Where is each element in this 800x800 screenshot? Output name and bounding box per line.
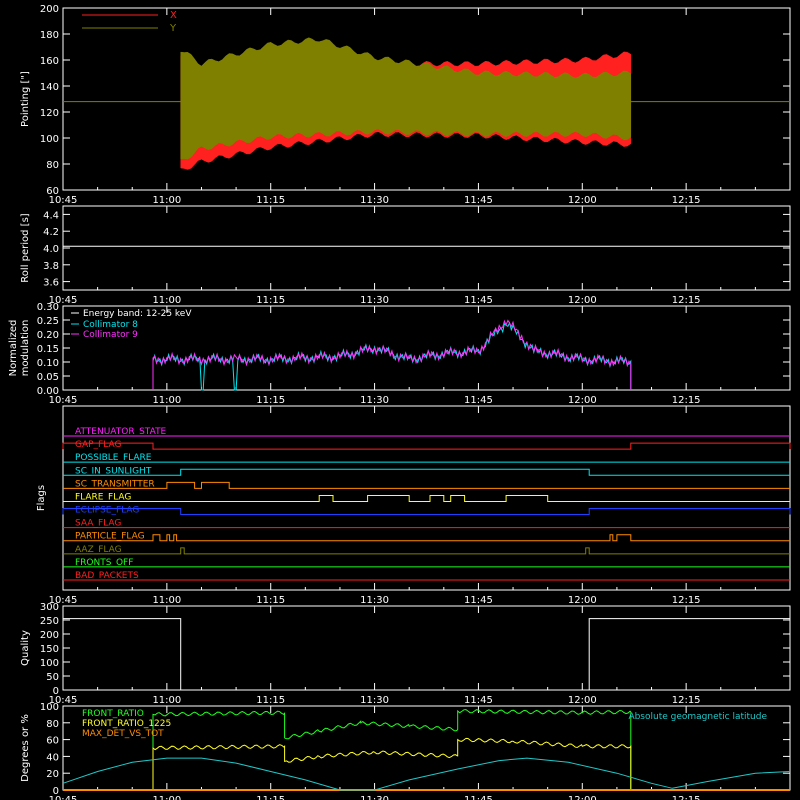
- y-tick-label: 80: [46, 160, 59, 171]
- x-tick-label: 11:30: [360, 595, 389, 606]
- legend-label: FRONT_RATIO: [82, 709, 144, 719]
- x-tick-label: 12:00: [568, 395, 597, 406]
- y-axis-label: Normalized: [8, 320, 19, 377]
- y-tick-label: 4.0: [43, 244, 59, 255]
- legend-label: Y: [169, 23, 177, 34]
- x-tick-label: 11:00: [152, 395, 181, 406]
- y-tick-label: 100: [40, 702, 59, 713]
- y-axis-label: Pointing ["]: [20, 71, 31, 127]
- x-tick-label: 11:45: [464, 595, 493, 606]
- y-axis-label: Flags: [36, 485, 47, 511]
- y-tick-label: 3.8: [43, 261, 59, 272]
- x-tick-label: 11:00: [152, 695, 181, 706]
- legend-label: X: [170, 10, 177, 21]
- geomag-annotation: Absolute geomagnetic latitude: [628, 712, 767, 722]
- x-tick-label: 11:15: [256, 695, 285, 706]
- x-tick-label: 11:45: [464, 795, 493, 800]
- y-tick-label: 250: [40, 616, 59, 627]
- x-tick-label: 11:15: [256, 595, 285, 606]
- x-tick-label: 11:15: [256, 195, 285, 206]
- x-tick-label: 12:15: [672, 595, 701, 606]
- x-tick-label: 12:15: [672, 295, 701, 306]
- x-tick-label: 11:45: [464, 195, 493, 206]
- y-tick-label: 0: [53, 786, 59, 797]
- y-tick-label: 60: [46, 736, 59, 747]
- y-tick-label: 50: [46, 672, 59, 683]
- y-tick-label: 0.00: [37, 386, 59, 397]
- y-axis-label: Roll period [s]: [20, 213, 31, 282]
- figure: 10:45 11:00 11:15 11:30 11:45 12:00 12:1560801…: [0, 0, 800, 800]
- flag-label: ECLIPSE_FLAG: [75, 506, 139, 516]
- x-tick-label: 12:15: [672, 795, 701, 800]
- x-tick-label: 12:00: [568, 195, 597, 206]
- legend-label: Collimator 8: [83, 320, 138, 330]
- x-tick-label: 12:15: [672, 395, 701, 406]
- flag-label: GAP_FLAG: [75, 440, 121, 450]
- x-tick-label: 11:30: [360, 295, 389, 306]
- y-tick-label: 0.20: [37, 330, 59, 341]
- y-tick-label: 200: [40, 630, 59, 641]
- y-tick-label: 100: [40, 134, 59, 145]
- x-tick-label: 12:00: [568, 795, 597, 800]
- y-axis-label: Degrees or %: [20, 714, 31, 782]
- y-tick-label: 180: [40, 30, 59, 41]
- y-tick-label: 120: [40, 108, 59, 119]
- y-tick-label: 150: [40, 644, 59, 655]
- legend-label: MAX_DET_VS_TOT: [82, 729, 164, 739]
- y-tick-label: 40: [46, 752, 59, 763]
- legend-title: Energy band: 12-25 keV: [83, 309, 192, 319]
- y-tick-label: 160: [40, 56, 59, 67]
- x-tick-label: 11:00: [152, 595, 181, 606]
- y-tick-label: 0.05: [37, 372, 59, 383]
- x-tick-label: 11:30: [360, 395, 389, 406]
- y-axis-label: Quality: [20, 630, 31, 666]
- y-axis-label: modulation: [20, 320, 31, 377]
- x-tick-label: 11:30: [360, 695, 389, 706]
- y-tick-label: 0.30: [37, 302, 59, 313]
- x-tick-label: 11:15: [256, 295, 285, 306]
- y-tick-label: 140: [40, 82, 59, 93]
- x-tick-label: 12:15: [672, 195, 701, 206]
- x-tick-label: 11:00: [152, 295, 181, 306]
- y-tick-label: 80: [46, 719, 59, 730]
- x-tick-label: 12:00: [568, 595, 597, 606]
- x-tick-label: 11:30: [360, 195, 389, 206]
- y-tick-label: 60: [46, 186, 59, 197]
- x-tick-label: 12:00: [568, 695, 597, 706]
- y-tick-label: 0.25: [37, 316, 59, 327]
- x-tick-label: 11:15: [256, 795, 285, 800]
- x-tick-label: 11:30: [360, 795, 389, 800]
- y-tick-label: 20: [46, 769, 59, 780]
- x-tick-label: 11:45: [464, 695, 493, 706]
- y-tick-label: 200: [40, 4, 59, 15]
- x-tick-label: 12:15: [672, 695, 701, 706]
- y-tick-label: 0: [53, 686, 59, 697]
- y-tick-label: 300: [40, 602, 59, 613]
- x-tick-label: 11:45: [464, 395, 493, 406]
- x-tick-label: 11:45: [464, 295, 493, 306]
- legend-label: FRONT_RATIO_1225: [82, 719, 171, 729]
- x-tick-label: 11:00: [152, 795, 181, 800]
- y-tick-label: 100: [40, 658, 59, 669]
- y-tick-label: 4.2: [43, 227, 59, 238]
- y-tick-label: 3.6: [43, 278, 59, 289]
- y-tick-label: 0.15: [37, 344, 59, 355]
- x-tick-label: 12:00: [568, 295, 597, 306]
- x-tick-label: 11:15: [256, 395, 285, 406]
- y-tick-label: 4.4: [43, 210, 59, 221]
- x-tick-label: 11:00: [152, 195, 181, 206]
- legend-label: Collimator 9: [83, 330, 138, 340]
- y-tick-label: 0.10: [37, 358, 59, 369]
